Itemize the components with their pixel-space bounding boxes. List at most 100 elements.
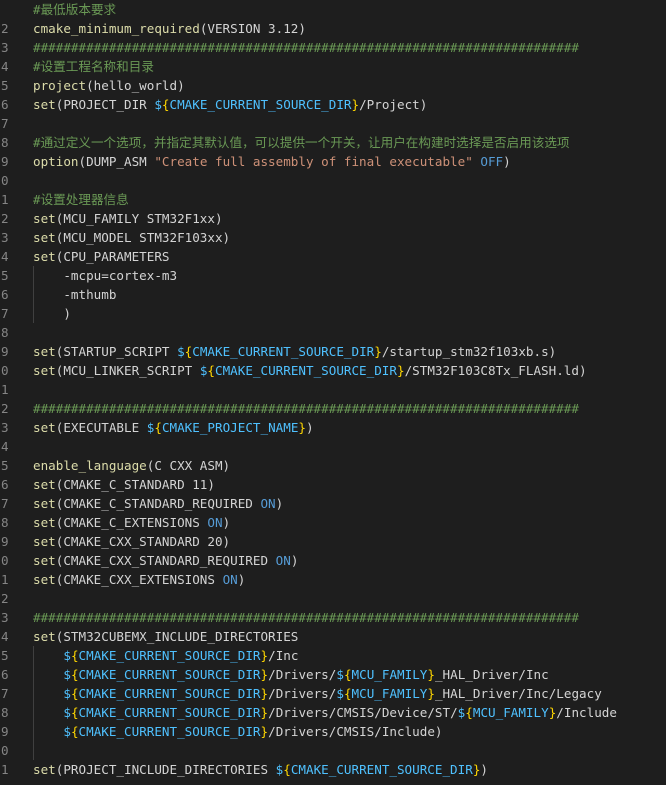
code-text: set(PROJECT_INCLUDE_DIRECTORIES ${CMAKE_… xyxy=(33,760,488,779)
code-token: MCU_FAMILY xyxy=(472,705,549,720)
line-number: 3 xyxy=(1,230,9,245)
code-line[interactable]: 4 set(CPU_PARAMETERS xyxy=(0,247,666,266)
code-token: _HAL_Driver/Inc/Legacy xyxy=(434,686,602,701)
code-line[interactable]: 5 ${CMAKE_CURRENT_SOURCE_DIR}/Inc xyxy=(0,646,666,665)
code-text: set(CPU_PARAMETERS xyxy=(33,247,169,266)
code-token: CMAKE_CURRENT_SOURCE_DIR xyxy=(192,344,375,359)
line-number: 7 xyxy=(1,306,9,321)
line-number: 0 xyxy=(1,363,9,378)
code-line[interactable]: 7 ${CMAKE_CURRENT_SOURCE_DIR}/Drivers/${… xyxy=(0,684,666,703)
code-text: ${CMAKE_CURRENT_SOURCE_DIR}/Inc xyxy=(33,646,298,665)
code-line[interactable]: 1 #设置处理器信息 xyxy=(0,190,666,209)
code-token: ON xyxy=(260,496,276,511)
code-token: /Drivers/CMSIS/Include) xyxy=(268,724,443,739)
code-token: ) xyxy=(480,762,488,777)
code-line[interactable]: 2 set(MCU_FAMILY STM32F1xx) xyxy=(0,209,666,228)
code-line[interactable]: 4 xyxy=(0,437,666,456)
code-line[interactable]: 2 #######################################… xyxy=(0,399,666,418)
code-line[interactable]: 2 cmake_minimum_required(VERSION 3.12) xyxy=(0,19,666,38)
code-token: set xyxy=(33,97,56,112)
code-line[interactable]: 8 set(CMAKE_C_EXTENSIONS ON) xyxy=(0,513,666,532)
code-line[interactable]: 3 #######################################… xyxy=(0,38,666,57)
code-text: ########################################… xyxy=(33,38,579,57)
code-token: $ xyxy=(63,724,71,739)
code-text: set(CMAKE_CXX_STANDARD_REQUIRED ON) xyxy=(33,551,298,570)
code-token: ) xyxy=(306,420,314,435)
line-number: 5 xyxy=(1,268,9,283)
code-line[interactable]: 1 set(CMAKE_CXX_EXTENSIONS ON) xyxy=(0,570,666,589)
code-line[interactable]: 7 set(CMAKE_C_STANDARD_REQUIRED ON) xyxy=(0,494,666,513)
code-token: } xyxy=(260,667,269,682)
code-token: ) xyxy=(222,515,231,530)
code-text: set(MCU_FAMILY STM32F1xx) xyxy=(33,209,223,228)
code-line[interactable]: #最低版本要求 xyxy=(0,0,666,19)
code-token: set xyxy=(33,629,56,644)
line-number: 8 xyxy=(1,705,9,720)
code-line[interactable]: 5 -mcpu=cortex-m3 xyxy=(0,266,666,285)
code-line[interactable]: 7 xyxy=(0,114,666,133)
code-token: OFF xyxy=(480,154,504,169)
code-line[interactable]: 3 #######################################… xyxy=(0,608,666,627)
code-token: $ xyxy=(177,344,185,359)
code-line[interactable]: 0 set(CMAKE_CXX_STANDARD_REQUIRED ON) xyxy=(0,551,666,570)
line-number: 0 xyxy=(1,553,9,568)
code-token: ) xyxy=(237,572,246,587)
code-text: ${CMAKE_CURRENT_SOURCE_DIR}/Drivers/CMSI… xyxy=(33,703,617,722)
code-token: (CPU_PARAMETERS xyxy=(55,249,170,264)
code-line[interactable]: 9 set(STARTUP_SCRIPT ${CMAKE_CURRENT_SOUR… xyxy=(0,342,666,361)
code-token: set xyxy=(33,477,56,492)
code-token: } xyxy=(396,363,405,378)
line-number: 2 xyxy=(1,401,9,416)
code-token: ########################################… xyxy=(33,610,579,625)
code-text: ########################################… xyxy=(33,608,579,627)
code-line[interactable]: 9 ${CMAKE_CURRENT_SOURCE_DIR}/Drivers/CM… xyxy=(0,722,666,741)
code-text: #通过定义一个选项，并指定其默认值，可以提供一个开关，让用户在构建时选择是否启用… xyxy=(33,133,570,152)
code-token: { xyxy=(70,667,79,682)
code-token: enable_language xyxy=(33,458,147,473)
code-line[interactable]: 6 ${CMAKE_CURRENT_SOURCE_DIR}/Drivers/${… xyxy=(0,665,666,684)
code-line[interactable]: 8 xyxy=(0,323,666,342)
code-token: { xyxy=(343,667,352,682)
code-line[interactable]: 9 option(DUMP_ASM "Create full assembly o… xyxy=(0,152,666,171)
code-token: } xyxy=(260,686,269,701)
code-line[interactable]: 1 set(PROJECT_INCLUDE_DIRECTORIES ${CMAKE… xyxy=(0,760,666,779)
code-line[interactable]: 8 #通过定义一个选项，并指定其默认值，可以提供一个开关，让用户在构建时选择是否启… xyxy=(0,133,666,152)
code-token: set xyxy=(33,420,56,435)
code-token: -mcpu=cortex-m3 xyxy=(33,268,178,283)
code-line[interactable]: 2 xyxy=(0,589,666,608)
code-token: (CMAKE_CXX_STANDARD 20) xyxy=(55,534,231,549)
code-text: set(STM32CUBEMX_INCLUDE_DIRECTORIES xyxy=(33,627,298,646)
code-line[interactable]: 6 -mthumb xyxy=(0,285,666,304)
code-line[interactable]: 8 ${CMAKE_CURRENT_SOURCE_DIR}/Drivers/CM… xyxy=(0,703,666,722)
line-number: 7 xyxy=(1,116,9,131)
code-line[interactable]: 6 set(CMAKE_C_STANDARD 11) xyxy=(0,475,666,494)
code-line[interactable]: 4 #设置工程名称和目录 xyxy=(0,57,666,76)
line-number: 2 xyxy=(1,21,9,36)
code-line[interactable]: 5 enable_language(C CXX ASM) xyxy=(0,456,666,475)
code-text: #最低版本要求 xyxy=(33,0,116,19)
code-text: cmake_minimum_required(VERSION 3.12) xyxy=(33,19,306,38)
code-line[interactable]: 3 set(EXECUTABLE ${CMAKE_PROJECT_NAME}) xyxy=(0,418,666,437)
line-number: 5 xyxy=(1,78,9,93)
line-number: 4 xyxy=(1,59,9,74)
code-line[interactable]: 1 xyxy=(0,380,666,399)
code-token: (CMAKE_C_STANDARD 11) xyxy=(55,477,215,492)
code-line[interactable]: 0 xyxy=(0,171,666,190)
code-line[interactable]: 0 set(MCU_LINKER_SCRIPT ${CMAKE_CURRENT_S… xyxy=(0,361,666,380)
code-token: set xyxy=(33,230,56,245)
code-token: (CMAKE_CXX_EXTENSIONS xyxy=(55,572,223,587)
code-token: /Drivers/CMSIS/Device/ST/ xyxy=(268,705,458,720)
code-line[interactable]: 4 set(STM32CUBEMX_INCLUDE_DIRECTORIES xyxy=(0,627,666,646)
code-line[interactable]: 7 ) xyxy=(0,304,666,323)
code-line[interactable]: 9 set(CMAKE_CXX_STANDARD 20) xyxy=(0,532,666,551)
code-line[interactable]: 0 xyxy=(0,741,666,760)
code-editor[interactable]: #最低版本要求 2 cmake_minimum_required(VERSION 3… xyxy=(0,0,666,785)
line-number: 2 xyxy=(1,591,9,606)
code-line[interactable]: 5 project(hello_world) xyxy=(0,76,666,95)
code-line[interactable]: 6 set(PROJECT_DIR ${CMAKE_CURRENT_SOURCE_… xyxy=(0,95,666,114)
code-token: #设置处理器信息 xyxy=(33,192,129,207)
code-line[interactable]: 3 set(MCU_MODEL STM32F103xx) xyxy=(0,228,666,247)
